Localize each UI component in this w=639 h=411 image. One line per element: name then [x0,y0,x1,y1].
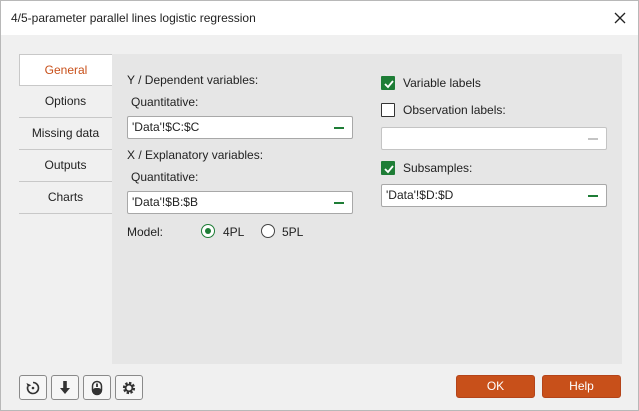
title-bar: 4/5-parameter parallel lines logistic re… [1,1,638,35]
tab-missing-data[interactable]: Missing data [19,118,112,150]
x-explanatory-header: X / Explanatory variables: [127,148,264,162]
variable-labels-label: Variable labels [403,76,481,90]
model-label: Model: [127,225,164,239]
model-5pl-radio[interactable] [261,224,275,238]
checkmark-icon [384,165,394,174]
subsamples-checkbox[interactable] [381,161,395,175]
close-icon [614,12,626,24]
collapse-minus-icon[interactable] [588,195,598,197]
load-button[interactable] [51,375,79,400]
observation-labels-field[interactable] [381,127,607,150]
subsamples-label: Subsamples: [403,161,473,175]
subsamples-value: 'Data'!$D:$D [386,188,454,202]
model-4pl-radio[interactable] [201,224,215,238]
mouse-button[interactable] [83,375,111,400]
y-quantitative-field[interactable]: 'Data'!$C:$C [127,116,353,139]
observation-labels-checkbox[interactable] [381,103,395,117]
variable-labels-checkbox[interactable] [381,76,395,90]
tab-charts[interactable]: Charts [19,182,112,214]
collapse-minus-icon[interactable] [334,127,344,129]
close-button[interactable] [608,6,632,30]
dialog-window: 4/5-parameter parallel lines logistic re… [0,0,639,411]
dialog-title: 4/5-parameter parallel lines logistic re… [11,11,256,25]
collapse-minus-icon[interactable] [588,138,598,140]
reset-button[interactable] [19,375,47,400]
x-quantitative-label: Quantitative: [131,170,199,184]
y-quantitative-value: 'Data'!$C:$C [132,120,200,134]
model-4pl-label: 4PL [223,225,245,239]
tab-general[interactable]: General [19,54,112,86]
tab-outputs[interactable]: Outputs [19,150,112,182]
model-5pl-label: 5PL [282,225,304,239]
ok-button[interactable]: OK [456,375,535,398]
observation-labels-label: Observation labels: [403,103,506,117]
tab-options[interactable]: Options [19,86,112,118]
y-dependent-header: Y / Dependent variables: [127,73,259,87]
collapse-minus-icon[interactable] [334,202,344,204]
y-quantitative-label: Quantitative: [131,95,199,109]
help-button[interactable]: Help [542,375,621,398]
settings-button[interactable] [115,375,143,400]
checkmark-icon [384,80,394,89]
mouse-icon [91,380,103,395]
subsamples-field[interactable]: 'Data'!$D:$D [381,184,607,207]
x-quantitative-value: 'Data'!$B:$B [132,195,198,209]
load-icon [60,380,70,394]
reset-icon [26,381,40,394]
settings-icon [122,381,136,394]
tab-list: General Options Missing data Outputs Cha… [19,54,112,214]
x-quantitative-field[interactable]: 'Data'!$B:$B [127,191,353,214]
